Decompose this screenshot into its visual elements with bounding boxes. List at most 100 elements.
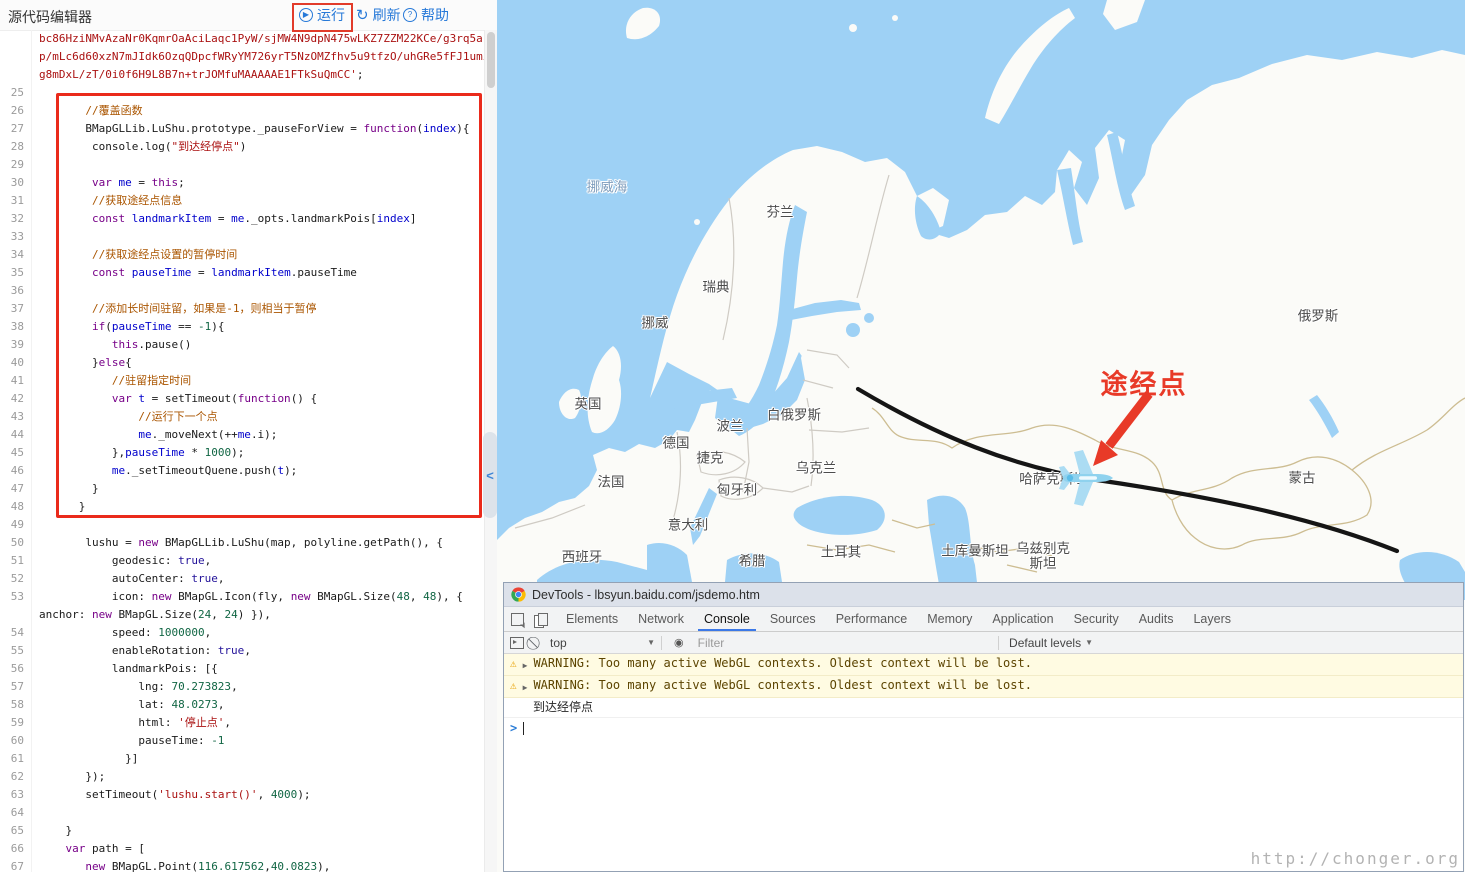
- code-line[interactable]: 29: [0, 156, 497, 174]
- code-line[interactable]: 33: [0, 228, 497, 246]
- code-line[interactable]: 63 setTimeout('lushu.start()', 4000);: [0, 786, 497, 804]
- code-line[interactable]: 38 if(pauseTime == -1){: [0, 318, 497, 336]
- inspect-element-icon[interactable]: [504, 607, 530, 631]
- expand-triangle-icon[interactable]: ▶: [523, 680, 528, 695]
- code-line[interactable]: 44 me._moveNext(++me.i);: [0, 426, 497, 444]
- code-line[interactable]: 61 }]: [0, 750, 497, 768]
- devtools-tabbar: ElementsNetworkConsoleSourcesPerformance…: [504, 607, 1463, 632]
- code-line[interactable]: 39 this.pause(): [0, 336, 497, 354]
- code-line[interactable]: 28 console.log("到达经停点"): [0, 138, 497, 156]
- code-line[interactable]: 55 enableRotation: true,: [0, 642, 497, 660]
- country-label: 芬兰: [767, 205, 794, 220]
- refresh-button[interactable]: ↻ 刷新: [356, 5, 401, 25]
- code-area[interactable]: bc86HziNMvAzaNr0KqmrOaAciLaqc1PyW/sjMW4N…: [0, 30, 497, 872]
- code-line[interactable]: 62 });: [0, 768, 497, 786]
- country-label: 法国: [598, 475, 625, 490]
- country-label: 乌克兰: [796, 461, 837, 476]
- tab-network[interactable]: Network: [628, 607, 694, 631]
- sea-label: 挪威海: [587, 180, 628, 195]
- run-button[interactable]: ▶ 运行: [299, 5, 345, 25]
- code-line[interactable]: 65 }: [0, 822, 497, 840]
- code-line[interactable]: 52 autoCenter: true,: [0, 570, 497, 588]
- code-line[interactable]: anchor: new BMapGL.Size(24, 24) }),: [0, 606, 497, 624]
- waypoint-annotation: 途经点: [1101, 363, 1188, 402]
- code-line[interactable]: 53 icon: new BMapGL.Icon(fly, new BMapGL…: [0, 588, 497, 606]
- tab-sources[interactable]: Sources: [760, 607, 826, 631]
- code-line[interactable]: 46 me._setTimeoutQuene.push(t);: [0, 462, 497, 480]
- code-line[interactable]: 60 pauseTime: -1: [0, 732, 497, 750]
- panel-collapse-handle[interactable]: <: [483, 432, 497, 518]
- code-line[interactable]: 31 //获取途经点信息: [0, 192, 497, 210]
- code-line[interactable]: 54 speed: 1000000,: [0, 624, 497, 642]
- code-line[interactable]: 64: [0, 804, 497, 822]
- console-filter-input[interactable]: Filter: [698, 636, 998, 650]
- device-toolbar-icon[interactable]: [530, 607, 556, 631]
- code-line[interactable]: 43 //运行下一个点: [0, 408, 497, 426]
- code-line[interactable]: 25: [0, 84, 497, 102]
- country-label: 匈牙利: [717, 483, 758, 498]
- editor-scrollbar-thumb[interactable]: [487, 32, 495, 88]
- code-line[interactable]: 30 var me = this;: [0, 174, 497, 192]
- code-line[interactable]: 66 var path = [: [0, 840, 497, 858]
- code-line[interactable]: 37 //添加长时间驻留，如果是-1，则相当于暂停: [0, 300, 497, 318]
- console-message-warning[interactable]: ⚠▶WARNING: Too many active WebGL context…: [504, 654, 1463, 676]
- code-line[interactable]: 48 }: [0, 498, 497, 516]
- help-button[interactable]: ? 帮助: [403, 5, 449, 25]
- devtools-tabs: ElementsNetworkConsoleSourcesPerformance…: [556, 607, 1241, 631]
- code-line[interactable]: 34 //获取途经点设置的暂停时间: [0, 246, 497, 264]
- expand-triangle-icon[interactable]: ▶: [523, 658, 528, 673]
- code-line[interactable]: 35 const pauseTime = landmarkItem.pauseT…: [0, 264, 497, 282]
- tab-application[interactable]: Application: [982, 607, 1063, 631]
- tab-memory[interactable]: Memory: [917, 607, 982, 631]
- country-label: 蒙古: [1289, 471, 1316, 486]
- code-line[interactable]: 58 lat: 48.0273,: [0, 696, 497, 714]
- code-line[interactable]: 67 new BMapGL.Point(116.617562,40.0823),: [0, 858, 497, 872]
- execution-context-select[interactable]: top▼: [550, 636, 655, 650]
- editor-toolbar: 源代码编辑器 ▶ 运行 ↻ 刷新 ? 帮助: [0, 0, 497, 31]
- country-label: 瑞典: [703, 280, 730, 295]
- play-icon: ▶: [299, 8, 313, 22]
- code-line[interactable]: 27 BMapGLLib.LuShu.prototype._pauseForVi…: [0, 120, 497, 138]
- code-line[interactable]: 26 //覆盖函数: [0, 102, 497, 120]
- console-message-warning[interactable]: ⚠▶WARNING: Too many active WebGL context…: [504, 676, 1463, 698]
- code-line[interactable]: 36: [0, 282, 497, 300]
- code-line[interactable]: 50 lushu = new BMapGLLib.LuShu(map, poly…: [0, 534, 497, 552]
- code-line[interactable]: bc86HziNMvAzaNr0KqmrOaAciLaqc1PyW/sjMW4N…: [0, 30, 497, 48]
- chrome-icon: [511, 587, 526, 602]
- tab-elements[interactable]: Elements: [556, 607, 628, 631]
- code-line[interactable]: 32 const landmarkItem = me._opts.landmar…: [0, 210, 497, 228]
- console-message-text: WARNING: Too many active WebGL contexts.…: [533, 656, 1032, 671]
- code-line[interactable]: p/mLc6d60xzN7mJIdk6OzqQDpcfWRyYM726yrT5N…: [0, 48, 497, 66]
- source-code-editor-panel: 源代码编辑器 ▶ 运行 ↻ 刷新 ? 帮助 bc86HziNMvAzaNr0Kq…: [0, 0, 497, 872]
- code-line[interactable]: 42 var t = setTimeout(function() {: [0, 390, 497, 408]
- live-expression-eye-icon[interactable]: ◉: [674, 636, 684, 649]
- devtools-titlebar[interactable]: DevTools - lbsyun.baidu.com/jsdemo.htm: [504, 583, 1463, 607]
- tab-layers[interactable]: Layers: [1183, 607, 1241, 631]
- country-label: 意大利: [668, 518, 709, 533]
- code-line[interactable]: 45 },pauseTime * 1000);: [0, 444, 497, 462]
- tab-console[interactable]: Console: [694, 607, 760, 631]
- tab-security[interactable]: Security: [1064, 607, 1129, 631]
- code-line[interactable]: 51 geodesic: true,: [0, 552, 497, 570]
- code-line[interactable]: 59 html: '停止点',: [0, 714, 497, 732]
- prompt-chevron-icon: >: [510, 721, 517, 735]
- code-line[interactable]: 57 lng: 70.273823,: [0, 678, 497, 696]
- country-label: 俄罗斯: [1298, 309, 1339, 324]
- code-line[interactable]: 49: [0, 516, 497, 534]
- code-line[interactable]: g8mDxL/zT/0i0f6H9L8B7n+trJOMfuMAAAAAE1FT…: [0, 66, 497, 84]
- screenshot-root: 挪威海芬兰瑞典挪威俄罗斯英国白俄罗斯波兰德国捷克乌克兰法国匈牙利哈萨克斯坦蒙古意…: [0, 0, 1465, 872]
- console-toolbar: ⃠ top▼ ◉ Filter Default levels▼: [504, 632, 1463, 654]
- code-line[interactable]: 41 //驻留指定时间: [0, 372, 497, 390]
- code-line[interactable]: 47 }: [0, 480, 497, 498]
- country-label: 哈萨克斯坦: [1019, 472, 1087, 487]
- console-messages: ⚠▶WARNING: Too many active WebGL context…: [504, 654, 1463, 718]
- log-levels-dropdown[interactable]: Default levels▼: [998, 636, 1103, 650]
- tab-performance[interactable]: Performance: [826, 607, 918, 631]
- console-sidebar-icon[interactable]: [510, 637, 524, 649]
- console-message-log: 到达经停点: [504, 698, 1463, 718]
- console-prompt[interactable]: >: [504, 718, 1463, 738]
- tab-audits[interactable]: Audits: [1129, 607, 1184, 631]
- code-line[interactable]: 40 }else{: [0, 354, 497, 372]
- country-label: 英国: [575, 397, 602, 412]
- code-line[interactable]: 56 landmarkPois: [{: [0, 660, 497, 678]
